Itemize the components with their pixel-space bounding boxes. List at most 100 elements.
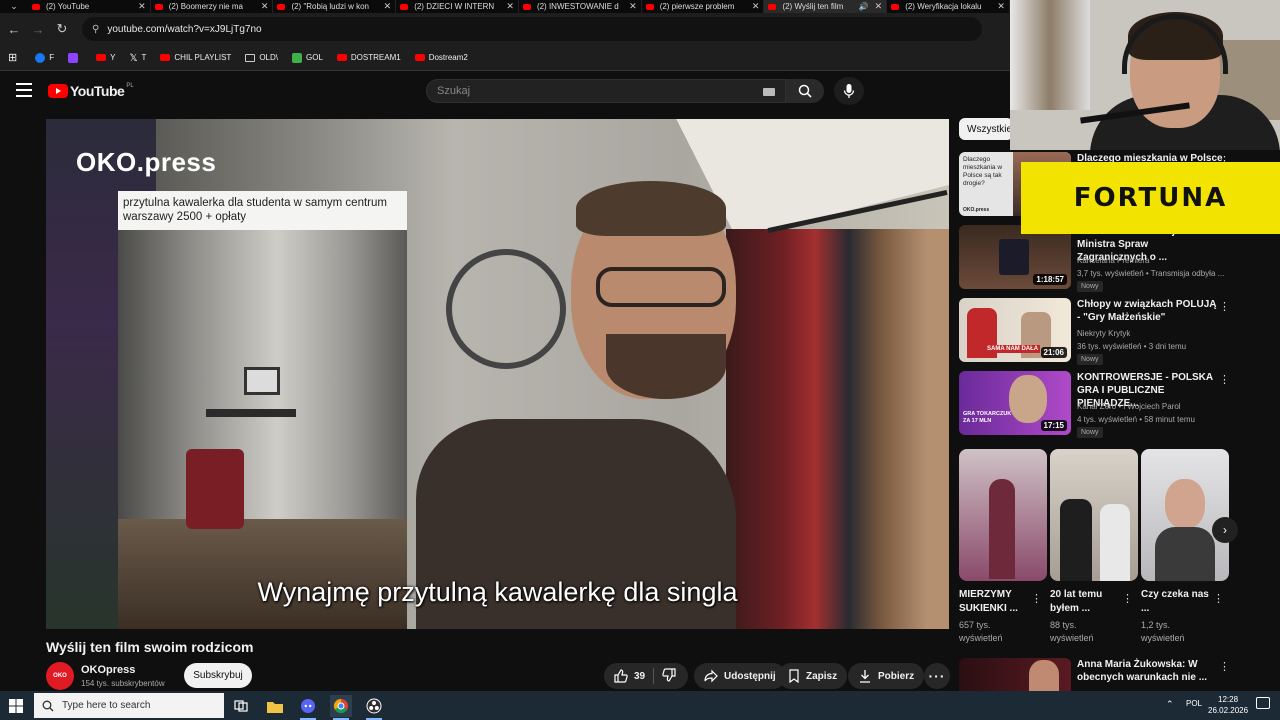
- apps-grid-icon[interactable]: ⊞: [8, 51, 17, 64]
- more-vertical-icon[interactable]: ⋮: [1219, 300, 1230, 313]
- browser-tab[interactable]: (2) Boomerzy nie ma ✕: [151, 0, 274, 13]
- fortuna-sponsor-banner: FORTUNA: [1021, 162, 1280, 234]
- bookmark-dostream2[interactable]: Dostream2: [414, 53, 468, 62]
- browser-tab[interactable]: (2) DZIECI W INTERN ✕: [396, 0, 519, 13]
- channel-avatar[interactable]: OKO: [46, 662, 74, 690]
- hamburger-menu-icon[interactable]: [16, 83, 32, 97]
- thumbs-down-icon: [662, 667, 676, 682]
- bookmarks-bar: ⊞ F Y 𝕏T CHIL PLAYLIST OLD\ GOL DOSTREAM…: [0, 45, 1010, 71]
- youtube-favicon-icon: [154, 3, 163, 10]
- more-vertical-icon[interactable]: ⋮: [1213, 592, 1224, 605]
- short-thumbnail[interactable]: [959, 449, 1047, 581]
- bookmark-dostream1[interactable]: DOSTREAM1: [336, 53, 401, 62]
- bookmark-folder-old[interactable]: OLD\: [245, 53, 278, 62]
- notification-icon[interactable]: [1256, 697, 1270, 709]
- tab-search-dropdown-icon[interactable]: ⌄: [0, 0, 28, 13]
- close-tab-icon[interactable]: ✕: [752, 1, 760, 12]
- gol-icon: [292, 52, 302, 63]
- more-actions-button[interactable]: ···: [924, 663, 950, 689]
- browser-tab[interactable]: (2) INWESTOWANIE d ✕: [519, 0, 642, 13]
- discord-icon[interactable]: [297, 695, 319, 720]
- browser-tab[interactable]: (2) YouTube ✕: [28, 0, 151, 13]
- recommendation-item[interactable]: Anna Maria Żukowska: W obecnych warunkac…: [959, 658, 1259, 691]
- browser-tab-strip: ⌄ (2) YouTube ✕ (2) Boomerzy nie ma ✕ (2) …: [0, 0, 1010, 13]
- task-view-icon[interactable]: [230, 695, 252, 717]
- video-player[interactable]: OKO.press przytulna kawalerka dla studen…: [46, 119, 949, 629]
- channel-name[interactable]: OKOpress: [81, 664, 135, 676]
- taskbar-search-box[interactable]: Type here to search: [34, 693, 224, 718]
- youtube-favicon-icon: [768, 3, 777, 10]
- close-tab-icon[interactable]: ✕: [506, 1, 514, 12]
- youtube-icon: [414, 54, 425, 61]
- more-vertical-icon[interactable]: ⋮: [1122, 592, 1133, 605]
- more-horizontal-icon: ···: [928, 668, 946, 684]
- recommendation-item[interactable]: 1:18:57 NA ŻYWO: Informacja Ministra Spr…: [959, 225, 1259, 292]
- search-button[interactable]: [786, 79, 824, 103]
- close-tab-icon[interactable]: ✕: [261, 1, 269, 12]
- browser-tab[interactable]: (2) "Robią ludzi w kon ✕: [273, 0, 397, 13]
- save-button[interactable]: Zapisz: [778, 663, 848, 689]
- speaker-icon[interactable]: 🔊: [859, 2, 869, 11]
- bookmark-t[interactable]: 𝕏T: [129, 53, 146, 64]
- back-icon[interactable]: ←: [2, 22, 26, 37]
- more-vertical-icon[interactable]: ⋮: [1219, 660, 1230, 673]
- listing-caption: przytulna kawalerka dla studenta w samym…: [118, 191, 407, 230]
- chrome-icon[interactable]: [330, 695, 352, 720]
- download-button[interactable]: Pobierz: [848, 663, 925, 689]
- youtube-icon: [336, 54, 347, 61]
- chevron-up-icon[interactable]: ⌃: [1166, 699, 1174, 710]
- short-thumbnail[interactable]: [1141, 449, 1229, 581]
- youtube-logo[interactable]: YouTube PL: [48, 83, 134, 99]
- more-vertical-icon[interactable]: ⋮: [1219, 373, 1230, 386]
- file-explorer-icon[interactable]: [264, 695, 286, 717]
- browser-tab[interactable]: (2) pierwsze problem ✕: [642, 0, 765, 13]
- youtube-favicon-icon: [645, 3, 654, 10]
- site-info-icon[interactable]: ⚲: [92, 24, 99, 35]
- recommendation-item[interactable]: GRA TOKARCZUK ZA 17 MLN 17:15 KONTROWERS…: [959, 371, 1259, 438]
- chevron-right-icon[interactable]: ›: [1212, 517, 1238, 543]
- channel-subscriber-count: 154 tys. subskrybentów: [81, 679, 165, 688]
- voice-search-button[interactable]: [834, 77, 864, 105]
- youtube-favicon-icon: [522, 3, 531, 10]
- youtube-icon: [160, 54, 171, 61]
- windows-taskbar: Type here to search ⌃ POL 12:28 26.02.20…: [0, 691, 1280, 720]
- browser-tab-active[interactable]: (2) Wyślij ten film 🔊 ✕: [764, 0, 888, 13]
- close-tab-icon[interactable]: ✕: [997, 1, 1005, 12]
- input-language[interactable]: POL: [1186, 699, 1202, 708]
- reload-icon[interactable]: ↻: [50, 21, 74, 37]
- close-tab-icon[interactable]: ✕: [384, 1, 392, 12]
- download-icon: [860, 670, 870, 683]
- close-tab-icon[interactable]: ✕: [138, 1, 146, 12]
- search-icon: [42, 700, 54, 711]
- video-thumbnail: GRA TOKARCZUK ZA 17 MLN 17:15: [959, 371, 1071, 435]
- folder-icon: [245, 53, 256, 62]
- bookmark-gol[interactable]: GOL: [292, 52, 323, 63]
- like-button[interactable]: 39: [614, 669, 645, 683]
- bookmark-chil-playlist[interactable]: CHIL PLAYLIST: [160, 53, 231, 62]
- more-vertical-icon[interactable]: ⋮: [1031, 592, 1042, 605]
- obs-icon[interactable]: [363, 695, 385, 720]
- microphone-icon: [843, 84, 855, 98]
- search-input[interactable]: Szukaj: [426, 79, 786, 103]
- video-thumbnail: [959, 658, 1071, 691]
- bookmark-f[interactable]: F: [35, 52, 54, 63]
- close-tab-icon[interactable]: ✕: [875, 1, 883, 12]
- subscribe-button[interactable]: Subskrybuj: [184, 663, 252, 688]
- video-thumbnail: 1:18:57: [959, 225, 1071, 289]
- recommendation-item[interactable]: SAMA NAM DAŁA 21:06 Chłopy w związkach P…: [959, 298, 1259, 365]
- url-field[interactable]: ⚲ youtube.com/watch?v=xJ9LjTg7no: [82, 17, 982, 41]
- bookmark-twitch[interactable]: [68, 52, 82, 63]
- short-thumbnail[interactable]: [1050, 449, 1138, 581]
- system-clock[interactable]: 12:28 26.02.2026: [1208, 694, 1248, 716]
- keyboard-icon[interactable]: [763, 88, 775, 96]
- windows-start-button[interactable]: [0, 691, 32, 720]
- browser-tab[interactable]: (2) Weryfikacja lokalu ✕: [887, 0, 1010, 13]
- close-tab-icon[interactable]: ✕: [629, 1, 637, 12]
- bookmark-y[interactable]: Y: [96, 53, 115, 62]
- video-clothes-rack: [726, 229, 949, 629]
- share-button[interactable]: Udostępnij: [694, 663, 786, 689]
- filter-chip-all[interactable]: Wszystkie: [959, 118, 1013, 140]
- oko-press-watermark: OKO.press: [76, 147, 217, 177]
- dislike-button[interactable]: [662, 667, 676, 685]
- forward-icon[interactable]: →: [26, 22, 50, 37]
